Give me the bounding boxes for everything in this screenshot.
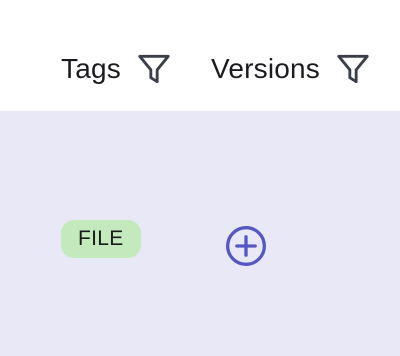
tags-column-label: Tags (61, 53, 121, 84)
versions-column-label: Versions (211, 53, 320, 84)
filter-icon[interactable] (135, 50, 173, 88)
filter-icon[interactable] (334, 50, 372, 88)
add-circle-icon[interactable] (224, 224, 268, 268)
versions-column-header[interactable]: Versions (211, 50, 372, 88)
tag-chip[interactable]: FILE (61, 220, 141, 258)
table-header: Tags Versions (0, 0, 400, 111)
tags-column-header[interactable]: Tags (61, 50, 173, 88)
table-row (0, 111, 400, 356)
